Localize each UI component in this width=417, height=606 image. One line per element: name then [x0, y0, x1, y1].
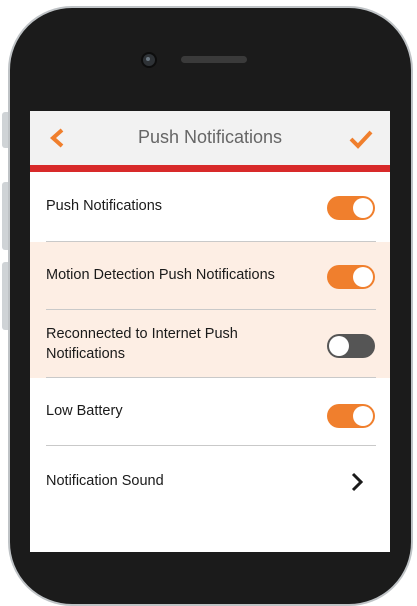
- motion-detection-toggle[interactable]: [327, 265, 375, 289]
- app-screen: Push Notifications Push Notifications Mo…: [30, 111, 390, 552]
- setting-row-notification-sound[interactable]: Notification Sound: [30, 446, 390, 516]
- setting-row-push-notifications: Push Notifications: [30, 172, 390, 242]
- page-title: Push Notifications: [137, 127, 283, 147]
- setting-label: Reconnected to Internet Push Notificatio…: [46, 324, 238, 364]
- setting-label: Low Battery: [46, 403, 123, 419]
- setting-label: Motion Detection Push Notifications: [46, 267, 275, 283]
- checkmark-icon[interactable]: [349, 129, 373, 149]
- toggle-knob: [329, 336, 349, 356]
- front-camera: [141, 52, 157, 68]
- setting-label: Notification Sound: [46, 473, 164, 489]
- nav-header: Push Notifications: [30, 111, 390, 165]
- setting-label: Push Notifications: [46, 198, 163, 214]
- chevron-left-icon[interactable]: [48, 128, 66, 148]
- reconnected-toggle[interactable]: [327, 334, 375, 358]
- push-notifications-toggle[interactable]: [327, 196, 375, 220]
- header-accent-bar: [30, 165, 390, 172]
- label-line: Reconnected to Internet Push: [46, 326, 238, 342]
- earpiece-speaker: [181, 56, 247, 63]
- toggle-knob: [353, 406, 373, 426]
- label-line: Notifications: [46, 346, 125, 362]
- toggle-knob: [353, 267, 373, 287]
- toggle-knob: [353, 198, 373, 218]
- volume-down-button: [2, 262, 8, 330]
- low-battery-toggle[interactable]: [327, 404, 375, 428]
- setting-row-reconnected: Reconnected to Internet Push Notificatio…: [30, 310, 390, 378]
- volume-up-button: [2, 182, 8, 250]
- chevron-right-icon[interactable]: [351, 472, 363, 492]
- mute-switch: [2, 112, 8, 148]
- setting-row-motion-detection: Motion Detection Push Notifications: [30, 242, 390, 310]
- setting-row-low-battery: Low Battery: [30, 378, 390, 446]
